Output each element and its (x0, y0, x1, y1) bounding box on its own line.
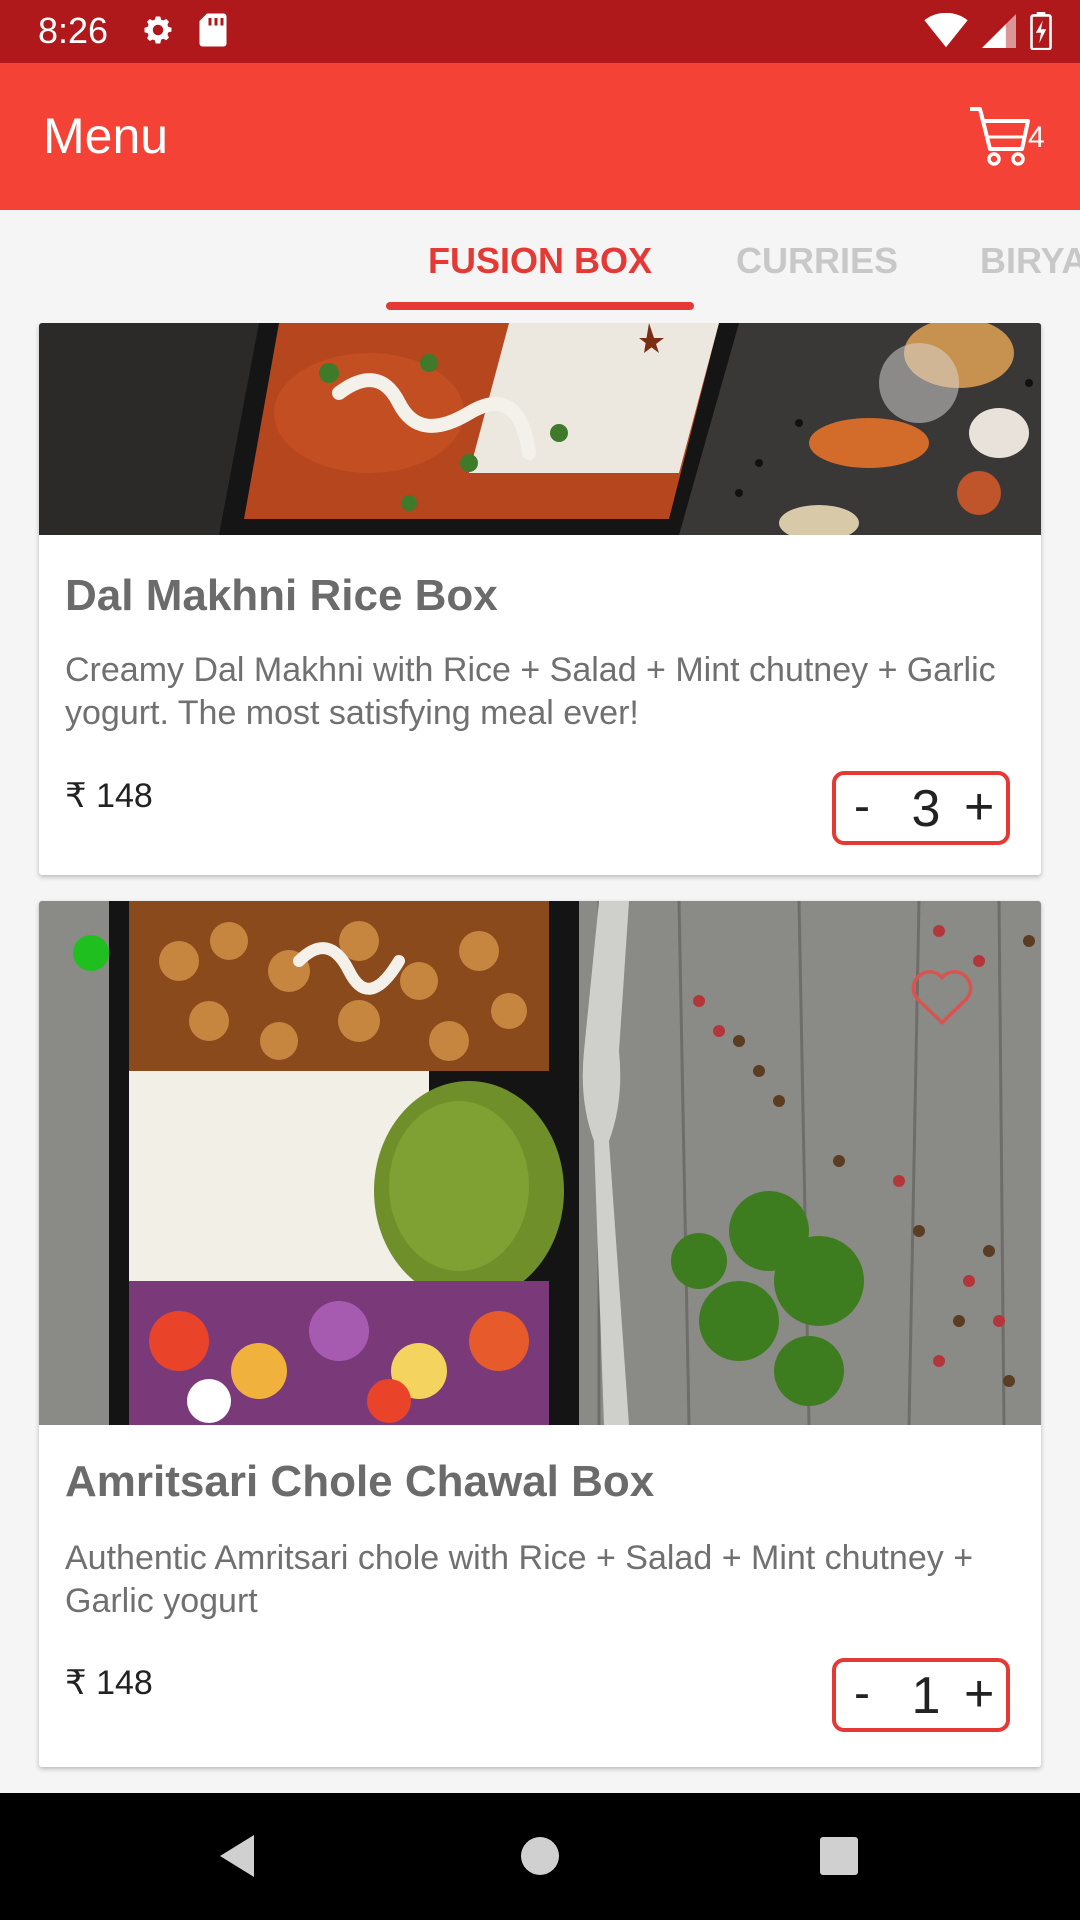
signal-icon (982, 13, 1016, 54)
food-image (39, 323, 1041, 541)
increase-button[interactable]: + (964, 777, 994, 837)
cart-button[interactable]: 4 (968, 103, 1048, 173)
increase-button[interactable]: + (964, 1664, 994, 1724)
item-description: Creamy Dal Makhni with Rice + Salad + Mi… (65, 651, 996, 732)
food-image (39, 901, 1041, 1426)
decrease-button[interactable]: - (854, 779, 870, 834)
page-title: Menu (43, 108, 169, 164)
status-time: 8:26 (38, 10, 109, 51)
tab-biryani[interactable]: BIRYA (980, 240, 1080, 282)
battery-icon (1030, 12, 1052, 55)
back-icon[interactable] (214, 1831, 258, 1886)
quantity-value: 3 (911, 780, 941, 838)
item-price: ₹ 148 (65, 1664, 153, 1702)
status-bar: 8:26 (0, 0, 1080, 63)
tab-curries[interactable]: CURRIES (736, 240, 898, 282)
category-tabs: FUSION BOX CURRIES BIRYA (0, 210, 1080, 323)
veg-dot-icon (73, 935, 109, 971)
app-bar: Menu 4 (0, 63, 1080, 210)
tab-fusion-box[interactable]: FUSION BOX (428, 240, 652, 282)
item-name: Amritsari Chole Chawal Box (65, 1457, 655, 1506)
favorite-button[interactable] (907, 963, 977, 1027)
heart-outline-icon (907, 970, 977, 1031)
quantity-stepper: - 3 + (832, 771, 1010, 845)
menu-list[interactable]: Dal Makhni Rice Box Creamy Dal Makhni wi… (0, 323, 1080, 1793)
item-name: Dal Makhni Rice Box (65, 571, 498, 620)
cart-icon (968, 107, 1030, 173)
recents-icon[interactable] (818, 1831, 860, 1886)
sd-card-icon (198, 12, 228, 53)
quantity-value: 1 (911, 1667, 941, 1725)
tab-indicator (386, 302, 694, 310)
menu-item-card[interactable]: Amritsari Chole Chawal Box Authentic Amr… (39, 901, 1041, 1767)
gear-icon (140, 12, 176, 53)
home-icon[interactable] (520, 1831, 560, 1886)
decrease-button[interactable]: - (854, 1666, 870, 1721)
wifi-icon (924, 12, 968, 54)
system-nav-bar (0, 1793, 1080, 1920)
menu-item-card[interactable]: Dal Makhni Rice Box Creamy Dal Makhni wi… (39, 323, 1041, 875)
item-description: Authentic Amritsari chole with Rice + Sa… (65, 1539, 974, 1620)
item-price: ₹ 148 (65, 777, 153, 815)
cart-count-badge: 4 (1028, 121, 1045, 154)
quantity-stepper: - 1 + (832, 1658, 1010, 1732)
